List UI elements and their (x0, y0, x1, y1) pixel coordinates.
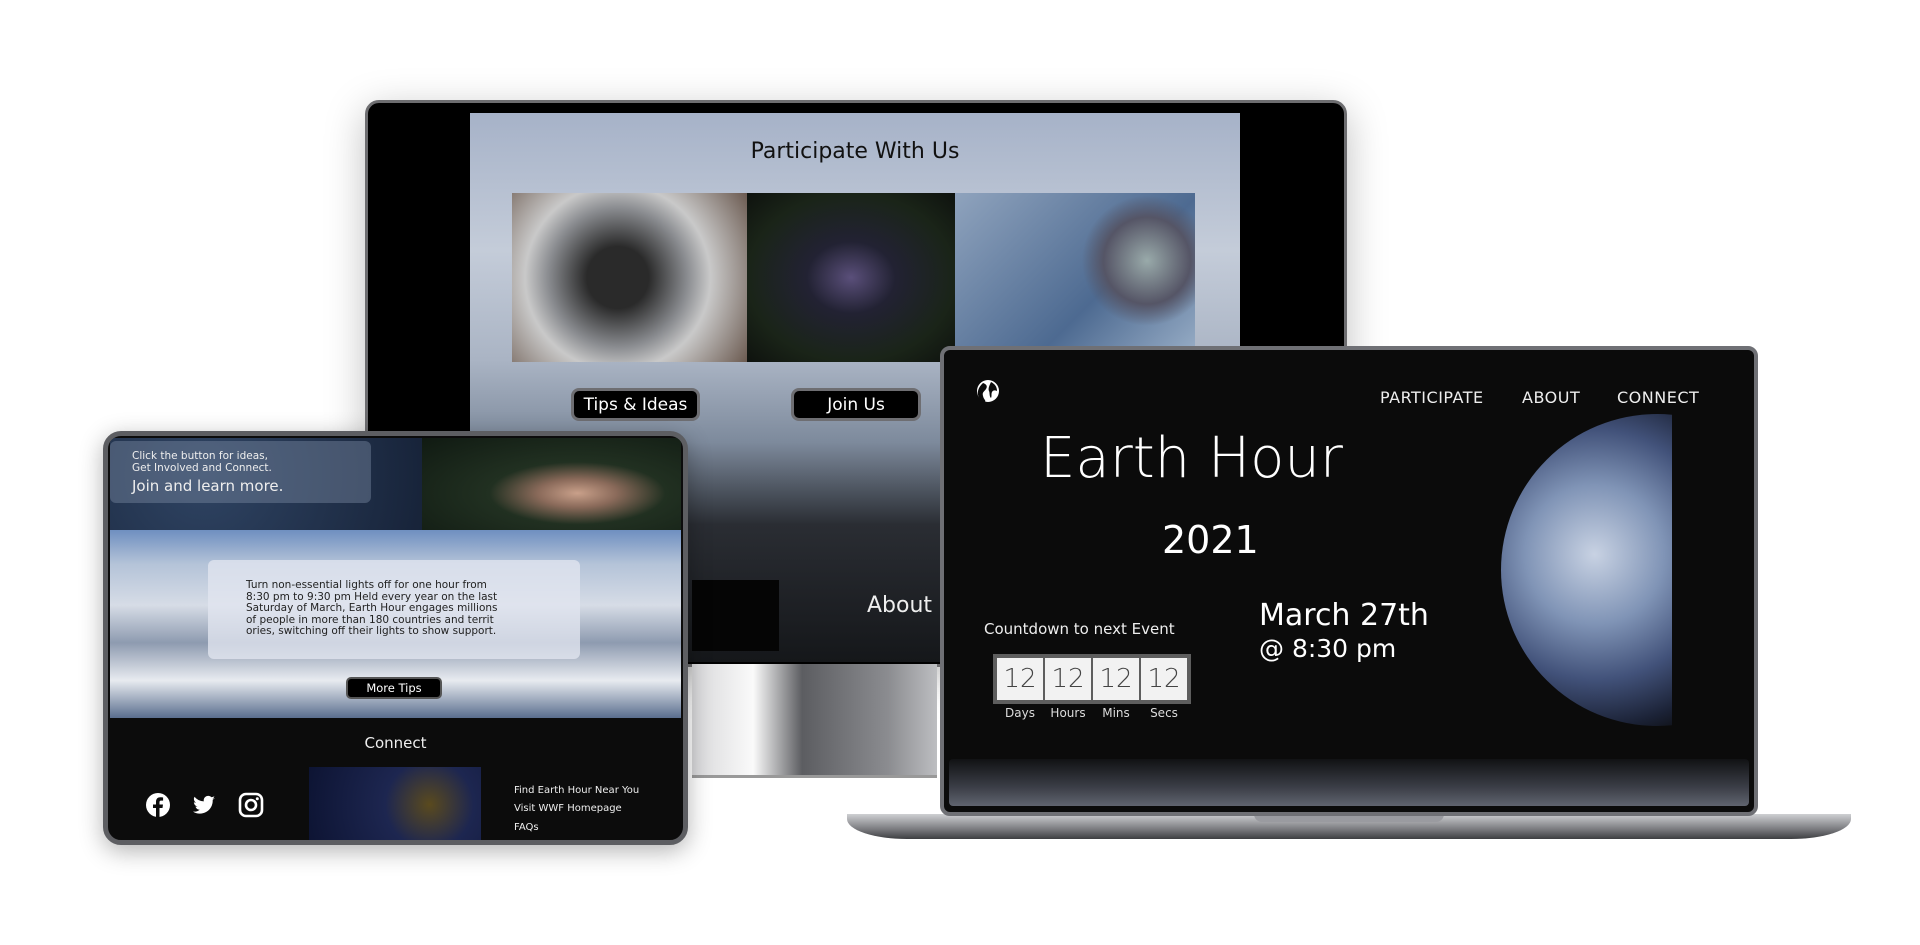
atomium-photo (955, 193, 1195, 362)
city-night-photo (747, 193, 955, 362)
intro-line-2: Get Involved and Connect. (132, 462, 272, 474)
globe-icon[interactable] (975, 378, 1001, 404)
about-image (692, 580, 779, 651)
connect-title: Connect (364, 734, 427, 752)
facebook-icon[interactable] (145, 792, 171, 818)
intro-cta: Join and learn more. (132, 477, 284, 495)
info-line: Saturday of March, Earth Hour engages mi… (246, 602, 498, 614)
about-heading: About (867, 593, 933, 618)
nav-participate[interactable]: PARTICIPATE (1380, 388, 1484, 407)
more-tips-button[interactable]: More Tips (346, 677, 442, 699)
countdown-timer: 12 12 12 12 (993, 654, 1191, 704)
join-us-button[interactable]: Join Us (791, 388, 921, 421)
participate-title: Participate With Us (750, 139, 960, 164)
countdown-secs: 12 (1141, 658, 1187, 700)
link-wwf-homepage[interactable]: Visit WWF Homepage (514, 803, 622, 814)
tablet-screen: Click the button for ideas, Get Involved… (103, 431, 688, 845)
countdown-days: 12 (997, 658, 1043, 700)
countdown-label: Countdown to next Event (984, 620, 1175, 638)
nav-connect[interactable]: CONNECT (1617, 388, 1699, 407)
laptop-footer-bar (949, 759, 1749, 806)
tips-ideas-button[interactable]: Tips & Ideas (571, 388, 700, 421)
link-faqs[interactable]: FAQs (514, 822, 539, 833)
info-box: Turn non-essential lights off for one ho… (208, 560, 580, 659)
unit-days: Days (1005, 706, 1035, 720)
event-time: @ 8:30 pm (1259, 634, 1397, 663)
twitter-icon[interactable] (191, 792, 217, 818)
event-date: March 27th (1259, 598, 1429, 633)
monitor-stand (692, 664, 937, 778)
night-map-image (309, 767, 481, 840)
unit-secs: Secs (1150, 706, 1178, 720)
countdown-units: Days Hours Mins Secs (997, 706, 1187, 720)
link-find-earth-hour[interactable]: Find Earth Hour Near You (514, 785, 639, 796)
globe-sculpture-photo (512, 193, 747, 362)
info-line: Turn non-essential lights off for one ho… (246, 579, 487, 591)
hero-title: Earth Hour (1040, 426, 1343, 491)
countdown-hours: 12 (1045, 658, 1091, 700)
earth-image (1501, 414, 1672, 726)
intro-overlay: Click the button for ideas, Get Involved… (110, 441, 371, 503)
unit-mins: Mins (1102, 706, 1130, 720)
nav-about[interactable]: ABOUT (1522, 388, 1580, 407)
hand-photo (422, 438, 681, 530)
info-line: ories, switching off their lights to sho… (246, 625, 497, 637)
instagram-icon[interactable] (238, 792, 264, 818)
unit-hours: Hours (1050, 706, 1086, 720)
intro-line-1: Click the button for ideas, (132, 450, 268, 462)
info-text: Turn non-essential lights off for one ho… (246, 579, 580, 638)
hero-year: 2021 (1162, 518, 1259, 562)
countdown-mins: 12 (1093, 658, 1139, 700)
laptop-screen: PARTICIPATE ABOUT CONNECT Earth Hour 202… (940, 346, 1758, 816)
